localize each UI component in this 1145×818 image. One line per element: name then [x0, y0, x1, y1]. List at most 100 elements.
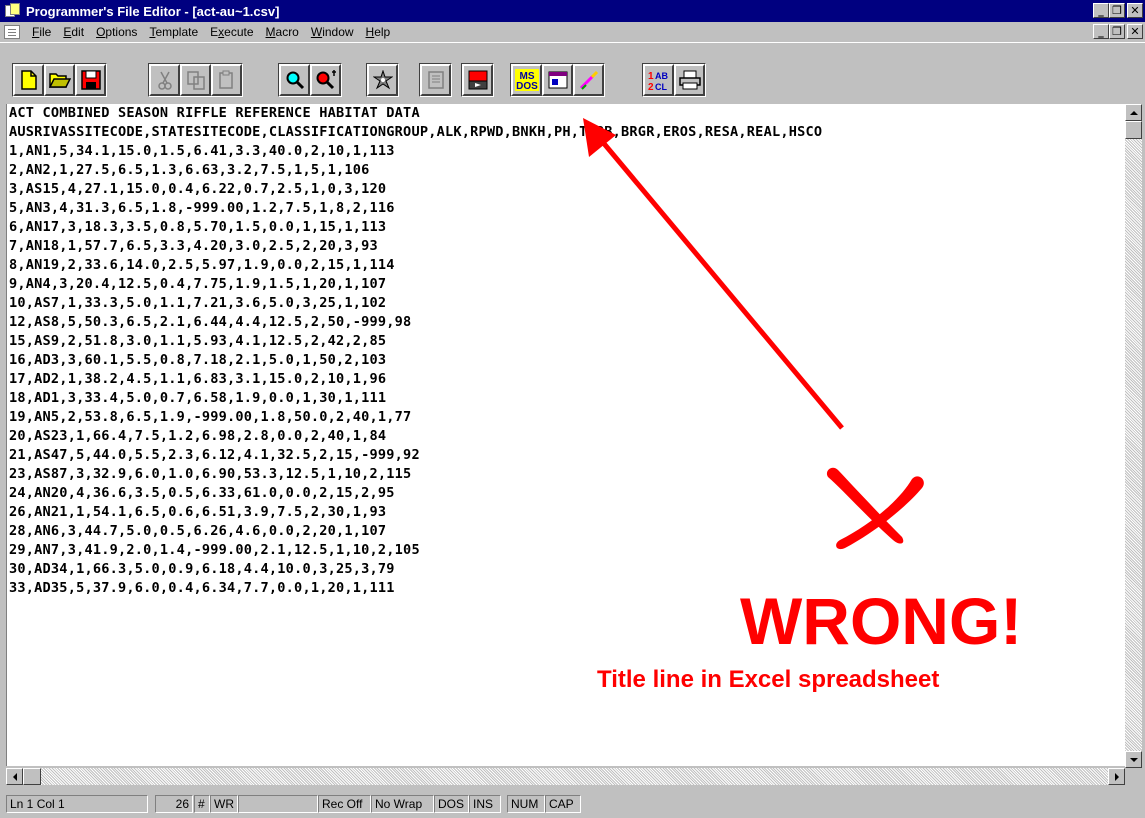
find-next-button[interactable] — [310, 64, 341, 96]
editor-line[interactable]: 6,AN17,3,18.3,3.5,0.8,5.70,1.5,0.0,1,15,… — [7, 218, 1125, 237]
status-ins: INS — [469, 795, 501, 813]
status-dos: DOS — [434, 795, 469, 813]
arrow-left-icon — [12, 772, 17, 781]
status-line-count: 26 — [155, 795, 193, 813]
open-folder-icon — [48, 73, 71, 88]
status-wr: WR — [210, 795, 238, 813]
template-button-group — [419, 63, 452, 97]
status-rec: Rec Off — [318, 795, 371, 813]
msdos-icon: MSDOS — [514, 69, 539, 91]
editor-line[interactable]: 12,AS8,5,50.3,6.5,2.1,6.44,4.4,12.5,2,50… — [7, 313, 1125, 332]
sort-button[interactable]: 1 AB 2 CL — [643, 64, 674, 96]
arrow-up-icon — [1129, 110, 1138, 115]
scroll-down-button[interactable] — [1125, 751, 1142, 768]
menu-item[interactable]: Template — [143, 25, 204, 39]
editor-line[interactable]: 5,AN3,4,31.3,6.5,1.8,-999.00,1.2,7.5,1,8… — [7, 199, 1125, 218]
svg-text:DOS: DOS — [516, 81, 538, 91]
editor-line[interactable]: 30,AD34,1,66.3,5.0,0.9,6.18,4.4,10.0,3,2… — [7, 560, 1125, 579]
status-num: NUM — [507, 795, 545, 813]
save-button[interactable] — [75, 64, 106, 96]
copy-button[interactable] — [180, 64, 211, 96]
menu-item[interactable]: Edit — [57, 25, 90, 39]
msdos-button[interactable]: MS DOS — [511, 64, 542, 96]
find-icon — [286, 71, 304, 90]
editor-line[interactable]: 18,AD1,3,33.4,5.0,0.7,6.58,1.9,0.0,1,30,… — [7, 389, 1125, 408]
app-icon[interactable] — [4, 3, 22, 19]
find-button[interactable] — [279, 64, 310, 96]
execute-button[interactable] — [367, 64, 398, 96]
editor-line[interactable]: 15,AS9,2,51.8,3.0,1.1,5.93,4.1,12.5,2,42… — [7, 332, 1125, 351]
editor-line[interactable]: 2,AN2,1,27.5,6.5,1.3,6.63,3.2,7.5,1,5,1,… — [7, 161, 1125, 180]
cut-icon — [157, 71, 172, 90]
doc-restore-button[interactable]: ❐ — [1109, 24, 1125, 39]
open-button[interactable] — [44, 64, 75, 96]
record-macro-icon — [468, 70, 487, 90]
wrong-caption: Title line in Excel spreadsheet — [597, 666, 940, 693]
execute-button-group — [366, 63, 399, 97]
editor-line[interactable]: 24,AN20,4,36.6,3.5,0.5,6.33,61.0,0.0,2,1… — [7, 484, 1125, 503]
template-button[interactable] — [420, 64, 451, 96]
title-bar: Programmer's File Editor - [act-au~1.csv… — [0, 0, 1145, 22]
close-icon: ✕ — [1130, 4, 1140, 17]
editor-line[interactable]: 23,AS87,3,32.9,6.0,1.0,6.90,53.3,12.5,1,… — [7, 465, 1125, 484]
minimize-button[interactable]: _ — [1093, 3, 1109, 18]
close-button[interactable]: ✕ — [1127, 3, 1143, 18]
editor-line[interactable]: 29,AN7,3,41.9,2.0,1.4,-999.00,2.1,12.5,1… — [7, 541, 1125, 560]
editor-line[interactable]: 21,AS47,5,44.0,5.5,2.3,6.12,4.1,32.5,2,1… — [7, 446, 1125, 465]
paste-button[interactable] — [211, 64, 242, 96]
template-icon — [427, 71, 444, 89]
scroll-up-button[interactable] — [1125, 104, 1142, 121]
status-cap: CAP — [545, 795, 581, 813]
editor-line[interactable]: 17,AD2,1,38.2,4.5,1.1,6.83,3.1,15.0,2,10… — [7, 370, 1125, 389]
arrow-down-icon — [1129, 757, 1138, 762]
window-button[interactable] — [542, 64, 573, 96]
menu-item[interactable]: Macro — [260, 25, 305, 39]
editor-line[interactable]: 10,AS7,1,33.3,5.0,1.1,7.21,3.6,5.0,3,25,… — [7, 294, 1125, 313]
file-button-group — [12, 63, 107, 97]
editor-line[interactable]: ACT COMBINED SEASON RIFFLE REFERENCE HAB… — [7, 104, 1125, 123]
editor-line[interactable]: 26,AN21,1,54.1,6.5,0.6,6.51,3.9,7.5,2,30… — [7, 503, 1125, 522]
editor-line[interactable]: 28,AN6,3,44.7,5.0,0.5,6.26,4.6,0.0,2,20,… — [7, 522, 1125, 541]
doc-close-button[interactable]: ✕ — [1127, 24, 1143, 39]
vertical-scroll-thumb[interactable] — [1125, 121, 1142, 139]
scroll-left-button[interactable] — [6, 768, 23, 785]
editor-line[interactable]: 20,AS23,1,66.4,7.5,1.2,6.98,2.8,0.0,2,40… — [7, 427, 1125, 446]
menu-item[interactable]: File — [26, 25, 57, 39]
svg-text:2: 2 — [648, 82, 654, 91]
doc-minimize-button[interactable]: _ — [1093, 24, 1109, 39]
menu-item[interactable]: Execute — [204, 25, 259, 39]
editor-line[interactable]: AUSRIVASSITECODE,STATESITECODE,CLASSIFIC… — [7, 123, 1125, 142]
editor-line[interactable]: 9,AN4,3,20.4,12.5,0.4,7.75,1.9,1.5,1,20,… — [7, 275, 1125, 294]
editor-line[interactable]: 16,AD3,3,60.1,5.5,0.8,7.18,2.1,5.0,1,50,… — [7, 351, 1125, 370]
menu-item[interactable]: Options — [90, 25, 143, 39]
find-next-icon — [316, 70, 336, 90]
document-icon[interactable] — [4, 25, 20, 39]
maximize-button[interactable]: ❐ — [1109, 3, 1125, 18]
print-button[interactable] — [674, 64, 705, 96]
horizontal-scrollbar[interactable] — [6, 768, 1125, 785]
editor-line[interactable]: 8,AN19,2,33.6,14.0,2.5,5.97,1.9,0.0,2,15… — [7, 256, 1125, 275]
scroll-right-button[interactable] — [1108, 768, 1125, 785]
minimize-icon: _ — [1098, 25, 1104, 38]
menu-item[interactable]: Window — [305, 25, 360, 39]
record-macro-button[interactable] — [462, 64, 493, 96]
restore-icon: ❐ — [1112, 25, 1122, 38]
copy-icon — [186, 71, 205, 90]
tools-button[interactable] — [573, 64, 604, 96]
menu-item[interactable]: Help — [360, 25, 397, 39]
vertical-scrollbar[interactable] — [1125, 104, 1142, 768]
save-disk-icon — [80, 70, 101, 90]
new-file-button[interactable] — [13, 64, 44, 96]
editor-line[interactable]: 1,AN1,5,34.1,15.0,1.5,6.41,3.3,40.0,2,10… — [7, 142, 1125, 161]
edit-button-group — [148, 63, 243, 97]
svg-text:CL: CL — [655, 82, 667, 91]
editor-line[interactable]: 3,AS15,4,27.1,15.0,0.4,6.22,0.7,2.5,1,0,… — [7, 180, 1125, 199]
svg-text:AB: AB — [655, 71, 668, 81]
misc-button-group: 1 AB 2 CL — [642, 63, 706, 97]
horizontal-scroll-thumb[interactable] — [23, 768, 41, 785]
editor-line[interactable]: 7,AN18,1,57.7,6.5,3.3,4.20,3.0,2.5,2,20,… — [7, 237, 1125, 256]
minimize-icon: _ — [1098, 4, 1104, 17]
cut-button[interactable] — [149, 64, 180, 96]
editor-line[interactable]: 19,AN5,2,53.8,6.5,1.9,-999.00,1.8,50.0,2… — [7, 408, 1125, 427]
editor-text-area[interactable]: ACT COMBINED SEASON RIFFLE REFERENCE HAB… — [6, 104, 1125, 766]
